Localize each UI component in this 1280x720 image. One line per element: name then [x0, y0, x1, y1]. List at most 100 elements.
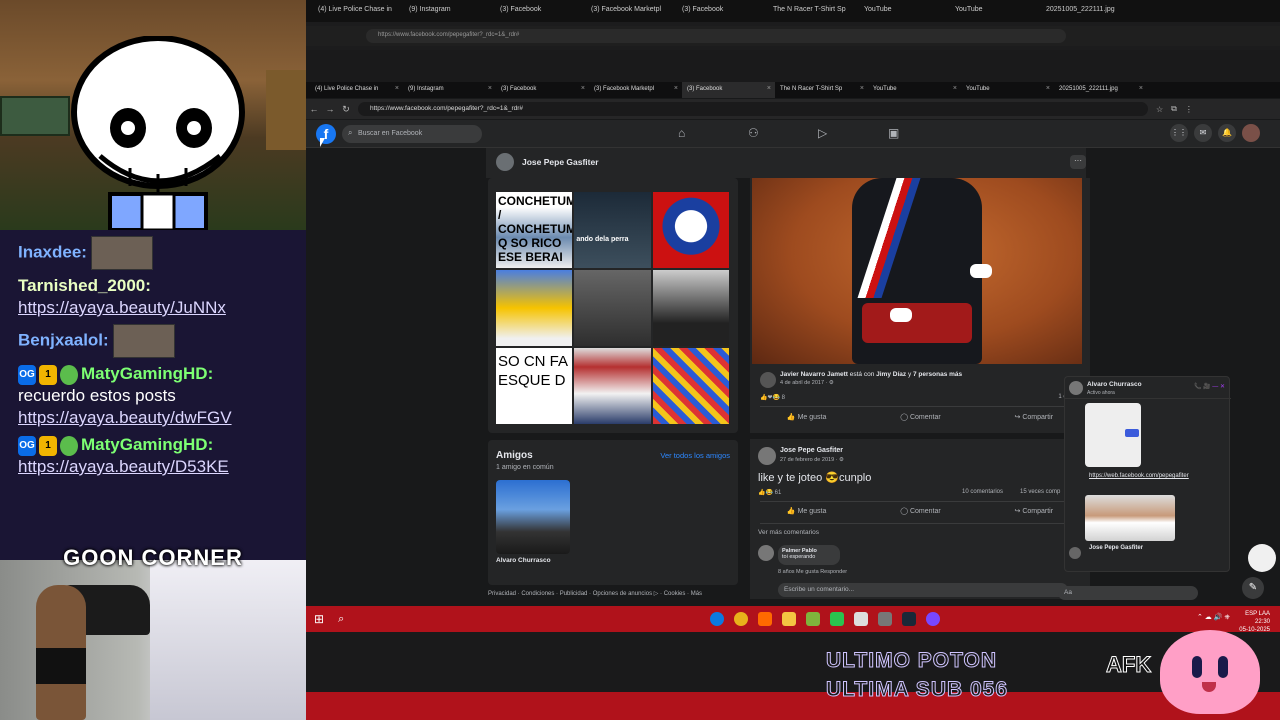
photo-tile[interactable] — [574, 270, 651, 346]
browser-tab[interactable]: (3) Facebook × — [682, 82, 775, 98]
photo-tile[interactable] — [496, 270, 573, 346]
chat-contact-name[interactable]: Alvaro Churrasco — [1087, 381, 1142, 388]
post-author-avatar[interactable] — [758, 447, 776, 465]
taskbar-search-icon[interactable]: ⌕ — [338, 613, 344, 626]
menu-icon[interactable]: ⋮ — [1185, 105, 1193, 114]
comment-button[interactable]: ◯ Comentar — [900, 409, 941, 427]
browser-tab[interactable]: The N Racer T-Shirt Sp × — [775, 82, 868, 98]
tab-close-icon[interactable]: × — [395, 85, 399, 92]
chat-header-icons[interactable]: 📞 🎥 — ✕ — [1194, 383, 1225, 390]
browser-tab[interactable]: 20251005_222111.jpg × — [1054, 82, 1147, 98]
photo-tile[interactable]: CONCHETUMA / CONCHETUMARE Q SO RICO ESE … — [496, 192, 573, 268]
account-avatar[interactable] — [1242, 124, 1260, 142]
more-comments-link[interactable]: Ver más comentarios — [758, 529, 819, 536]
comment-button[interactable]: ◯ Comentar — [900, 503, 941, 521]
tab-close-icon[interactable]: × — [860, 85, 864, 92]
browser-tab[interactable]: (4) Live Police Chase in × — [310, 82, 403, 98]
tab-close-icon[interactable]: × — [674, 85, 678, 92]
contact-bubble[interactable] — [1248, 544, 1276, 572]
friend-photo[interactable] — [496, 480, 570, 554]
chat-username[interactable]: Tarnished_2000: — [18, 276, 151, 295]
bookmark-star-icon[interactable]: ☆ — [1156, 105, 1163, 114]
vpn-app-icon[interactable] — [854, 612, 868, 626]
chat-message-input[interactable]: Aa — [1058, 586, 1198, 600]
green-app-icon[interactable] — [830, 612, 844, 626]
like-button[interactable]: 👍 Me gusta — [787, 409, 826, 427]
edge-app-icon[interactable] — [710, 612, 724, 626]
browser-tab[interactable]: (3) Facebook Marketpl × — [589, 82, 682, 98]
back-icon[interactable]: ← — [306, 104, 322, 114]
reload-icon[interactable]: ↻ — [338, 104, 354, 115]
store-app-icon[interactable] — [806, 612, 820, 626]
commenter-avatar[interactable] — [758, 545, 774, 561]
chat-preview-caption[interactable]: Jose Pepe Gasfiter — [1089, 545, 1143, 551]
post-date[interactable]: 27 de febrero de 2019 · ⚙ — [780, 457, 844, 463]
windows-start-icon[interactable]: ⊞ — [314, 612, 324, 626]
tab-close-icon[interactable]: × — [1139, 85, 1143, 92]
search-input[interactable]: ⌕ Buscar en Facebook — [342, 125, 482, 143]
like-button[interactable]: 👍 Me gusta — [787, 503, 826, 521]
photo-tile[interactable] — [652, 348, 729, 424]
tab-close-icon[interactable]: × — [1046, 85, 1050, 92]
chat-username[interactable]: MatyGamingHD: — [81, 435, 213, 454]
chat-link[interactable]: https://ayaya.beauty/dwFGV — [18, 407, 306, 429]
extensions-icon[interactable]: ⧉ — [1171, 104, 1177, 114]
more-options-button[interactable]: ··· — [1070, 155, 1086, 169]
firefox-app-icon[interactable] — [758, 612, 772, 626]
post-date[interactable]: 4 de abril de 2017 · ⚙ — [780, 380, 834, 386]
tab-close-icon[interactable]: × — [581, 85, 585, 92]
apps-grid-icon[interactable]: ⋮⋮ — [1170, 124, 1188, 142]
chat-username[interactable]: Benjxaalol: — [18, 330, 109, 349]
see-all-friends-link[interactable]: Ver todos los amigos — [660, 451, 730, 460]
photo-tile[interactable] — [574, 348, 651, 424]
profile-avatar[interactable] — [496, 153, 514, 171]
facebook-logo[interactable]: f — [316, 124, 336, 144]
chat-screenshot-image[interactable] — [1085, 403, 1141, 467]
photo-tile[interactable] — [652, 270, 729, 346]
tab-close-icon[interactable]: × — [767, 85, 771, 92]
tagged-person[interactable]: Jimy Díaz — [876, 371, 906, 378]
new-message-icon[interactable]: ✎ — [1242, 577, 1264, 599]
url-field[interactable]: https://www.facebook.com/pepegafiter?_rd… — [358, 102, 1148, 116]
tagged-others[interactable]: 7 personas más — [913, 371, 962, 378]
chat-link[interactable]: https://web.facebook.com/pepegafiter — [1089, 473, 1189, 479]
reaction-count[interactable]: 👍❤😂 8 — [760, 394, 785, 401]
post-author[interactable]: Jose Pepe Gasfiter — [780, 447, 843, 454]
chat-link[interactable]: https://ayaya.beauty/D53KE — [18, 456, 306, 478]
chat-avatar[interactable] — [1069, 381, 1083, 395]
system-tray-icons[interactable]: ⌃ ☁ 🔊 ⎈ — [1197, 613, 1230, 622]
write-comment-input[interactable]: Escribe un comentario... — [778, 583, 1068, 597]
comments-count[interactable]: 10 comentarios — [962, 489, 1003, 495]
share-button[interactable]: ↪ Compartir — [1015, 503, 1054, 521]
chat-header[interactable]: Alvaro Churrasco Activo ahora 📞 🎥 — ✕ — [1065, 377, 1231, 399]
post-image[interactable] — [752, 178, 1082, 364]
chrome-app-icon[interactable] — [734, 612, 748, 626]
profile-name[interactable]: Jose Pepe Gasfiter — [522, 157, 599, 167]
settings-app-icon[interactable] — [878, 612, 892, 626]
chat-preview-image[interactable] — [1085, 495, 1175, 541]
chat-username[interactable]: MatyGamingHD: — [81, 364, 213, 383]
marketplace-icon[interactable]: ▣ — [888, 126, 899, 140]
comment-meta[interactable]: 8 años Me gusta Responder — [778, 569, 847, 575]
post-author[interactable]: Javier Navarro Jamett — [780, 371, 848, 378]
shares-count[interactable]: 15 veces comp — [1020, 489, 1060, 495]
browser-tab[interactable]: (9) Instagram × — [403, 82, 496, 98]
notifications-icon[interactable]: 🔔 — [1218, 124, 1236, 142]
photo-tile[interactable] — [652, 192, 729, 268]
friend-name[interactable]: Alvaro Churrasco — [496, 557, 551, 564]
chat-link[interactable]: https://ayaya.beauty/JuNNx — [18, 297, 306, 319]
tab-close-icon[interactable]: × — [953, 85, 957, 92]
chat-username[interactable]: Inaxdee: — [18, 242, 87, 261]
discord-app-icon[interactable] — [926, 612, 940, 626]
forward-icon[interactable]: → — [322, 104, 338, 114]
share-button[interactable]: ↪ Compartir — [1015, 409, 1054, 427]
browser-tab[interactable]: (3) Facebook × — [496, 82, 589, 98]
friends-icon[interactable]: ⚇ — [748, 126, 759, 140]
tab-close-icon[interactable]: × — [488, 85, 492, 92]
reaction-count[interactable]: 👍😂 61 — [758, 489, 781, 496]
clock[interactable]: ESP LAA 22:30 05-10-2025 — [1239, 610, 1270, 634]
photo-tile[interactable]: SO CN FA ESQUE D — [496, 348, 573, 424]
video-icon[interactable]: ▷ — [818, 126, 827, 140]
post-author-avatar[interactable] — [760, 372, 776, 388]
messenger-icon[interactable]: ✉ — [1194, 124, 1212, 142]
